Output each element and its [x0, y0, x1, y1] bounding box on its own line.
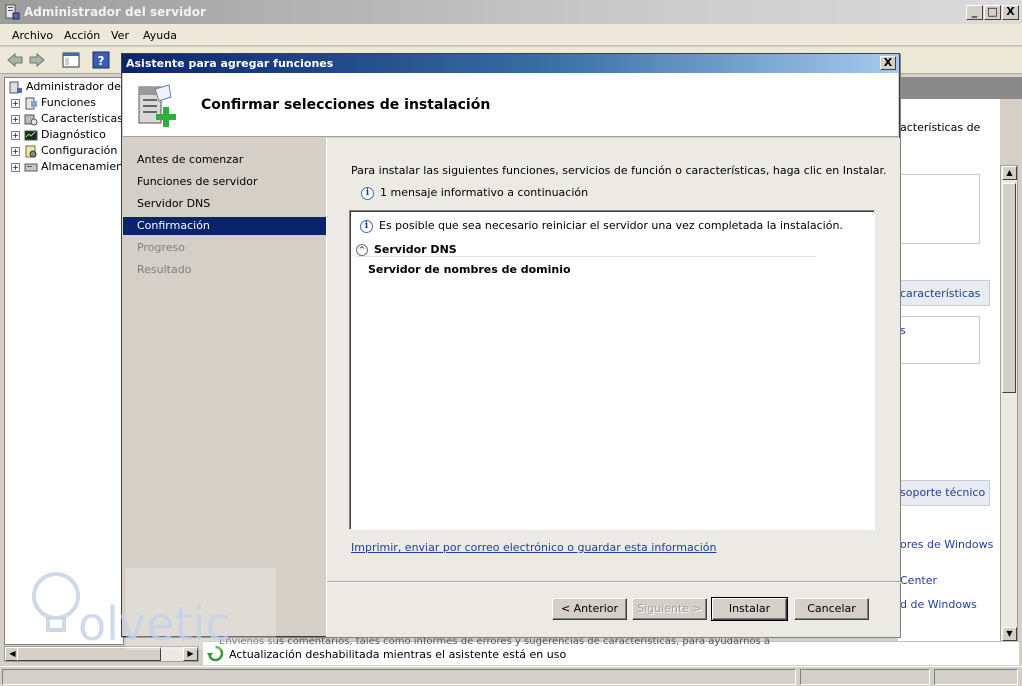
divider [327, 581, 901, 583]
step-funciones-de-servidor[interactable]: Funciones de servidor [123, 173, 326, 191]
selection-list[interactable]: i Es posible que sea necesario reiniciar … [349, 210, 875, 530]
right-pane-link[interactable]: s [900, 324, 906, 337]
tree-node-label: Almacenamiento [41, 160, 124, 173]
menu-accion[interactable]: Acción [64, 29, 100, 42]
dialog-title-bar: Asistente para agregar funciones X [122, 54, 899, 73]
maximize-button[interactable]: □ [984, 5, 1001, 20]
step-antes-de-comenzar[interactable]: Antes de comenzar [123, 151, 326, 169]
expand-icon[interactable]: + [11, 130, 20, 140]
dialog-close-button[interactable]: X [880, 56, 896, 70]
tree-node-label: Diagnóstico [41, 128, 106, 141]
scroll-thumb[interactable] [1002, 183, 1016, 393]
storage-icon [24, 163, 38, 171]
print-email-save-link[interactable]: Imprimir, enviar por correo electrónico … [351, 541, 717, 554]
scroll-thumb[interactable] [17, 647, 161, 661]
tree-node-funciones[interactable]: + Funciones [11, 96, 96, 110]
cancel-button[interactable]: Cancelar [794, 598, 869, 620]
restart-notice: i Es posible que sea necesario reiniciar … [360, 219, 843, 233]
wizard-steps-nav: Antes de comenzar Funciones de servidor … [123, 138, 326, 636]
next-button: Siguiente > [632, 598, 707, 620]
right-pane-link[interactable]: Center [900, 574, 937, 587]
right-pane-link[interactable]: soporte técnico [900, 486, 985, 499]
refresh-info-bar: Envíenos sus comentarios, tales como inf… [203, 636, 1019, 665]
section-servidor-dns[interactable]: ^ Servidor DNS [356, 243, 816, 257]
main-title-bar: Administrador del servidor _ □ X [0, 0, 1022, 24]
tree-node-caracteristicas[interactable]: + Características [11, 112, 123, 126]
features-icon [24, 114, 38, 125]
back-arrow-icon[interactable] [6, 51, 24, 69]
step-resultado: Resultado [137, 263, 192, 276]
install-button[interactable]: Instalar [711, 597, 788, 621]
tree-node-label: Funciones [41, 96, 96, 109]
svg-text:?: ? [98, 54, 105, 68]
right-pane-link[interactable]: ores de Windows [900, 538, 993, 551]
info-icon: i [361, 186, 374, 200]
right-pane-link[interactable]: d de Windows [900, 598, 977, 611]
actions-pane: acterísticas de características s soport… [898, 77, 1022, 645]
tree-root-label: Administrador del se [26, 80, 124, 93]
close-button[interactable]: X [1002, 5, 1019, 20]
main-window-title: Administrador del servidor [24, 5, 206, 19]
tree-horizontal-scrollbar[interactable]: ◀ ▶ [4, 646, 199, 662]
refresh-icon [207, 645, 224, 662]
right-pane-box [900, 174, 980, 244]
roles-icon [25, 97, 37, 109]
minimize-button[interactable]: _ [966, 5, 983, 20]
list-item: Servidor de nombres de dominio [368, 263, 571, 276]
server-manager-icon [5, 4, 20, 20]
info-count-line: i 1 mensaje informativo a continuación [361, 186, 588, 200]
info-icon: i [360, 219, 373, 233]
scroll-up-icon[interactable]: ▲ [1002, 166, 1017, 180]
console-tree[interactable]: Administrador del se + Funciones + Caracte… [4, 77, 124, 645]
right-pane-link[interactable]: características [900, 287, 980, 300]
actions-pane-header [898, 77, 1022, 99]
collapse-icon[interactable]: ^ [356, 244, 368, 256]
expand-icon[interactable]: + [11, 114, 20, 124]
tree-node-label: Configuración [41, 144, 118, 157]
step-servidor-dns[interactable]: Servidor DNS [123, 195, 326, 213]
server-add-icon [138, 84, 176, 127]
expand-icon[interactable]: + [11, 162, 20, 172]
dialog-title: Asistente para agregar funciones [126, 57, 334, 70]
restart-message: Es posible que sea necesario reiniciar e… [379, 219, 843, 232]
right-pane-box [900, 316, 980, 364]
section-title: Servidor DNS [374, 243, 457, 256]
intro-text: Para instalar las siguientes funciones, … [351, 164, 887, 177]
configuration-icon [25, 145, 37, 157]
menu-ayuda[interactable]: Ayuda [143, 29, 177, 42]
tree-node-almacenamiento[interactable]: + Almacenamiento [11, 160, 124, 174]
menu-archivo[interactable]: Archivo [12, 29, 53, 42]
console-tree-icon[interactable] [62, 51, 80, 69]
status-message: Actualización deshabilitada mientras el … [229, 648, 567, 661]
status-panel [934, 669, 1018, 685]
status-panel [2, 669, 796, 685]
info-count-message: 1 mensaje informativo a continuación [380, 186, 589, 199]
menu-bar: Archivo Acción Ver Ayuda [0, 24, 1022, 46]
menu-ver[interactable]: Ver [111, 29, 129, 42]
tree-root[interactable]: Administrador del se [9, 80, 124, 94]
step-confirmacion[interactable]: Confirmación [123, 217, 326, 235]
right-pane-text: acterísticas de [900, 121, 981, 134]
feedback-partial-text: Envíenos sus comentarios, tales como inf… [219, 636, 771, 647]
expand-icon[interactable]: + [11, 98, 20, 108]
wizard-content: Para instalar las siguientes funciones, … [326, 138, 901, 637]
tree-node-diagnostico[interactable]: + Diagnóstico [11, 128, 106, 142]
add-roles-wizard: Asistente para agregar funciones X Confi… [121, 53, 901, 637]
wizard-header: Confirmar selecciones de instalación [123, 73, 898, 137]
main-vertical-scrollbar[interactable]: ▲ ▼ [1000, 165, 1018, 643]
status-bar [0, 666, 1022, 686]
tree-node-configuracion[interactable]: + Configuración [11, 144, 117, 158]
diagnostics-icon [24, 130, 38, 140]
expand-icon[interactable]: + [11, 146, 20, 156]
scroll-down-icon[interactable]: ▼ [1002, 627, 1017, 641]
step-progreso: Progreso [137, 241, 185, 254]
help-icon[interactable]: ? [92, 51, 110, 69]
wizard-page-title: Confirmar selecciones de instalación [201, 97, 491, 113]
forward-arrow-icon[interactable] [28, 51, 46, 69]
server-manager-icon [9, 81, 22, 93]
tree-node-label: Características [41, 112, 124, 125]
previous-button[interactable]: < Anterior [552, 598, 627, 620]
status-panel [800, 669, 930, 685]
scroll-right-icon[interactable]: ▶ [183, 647, 198, 661]
